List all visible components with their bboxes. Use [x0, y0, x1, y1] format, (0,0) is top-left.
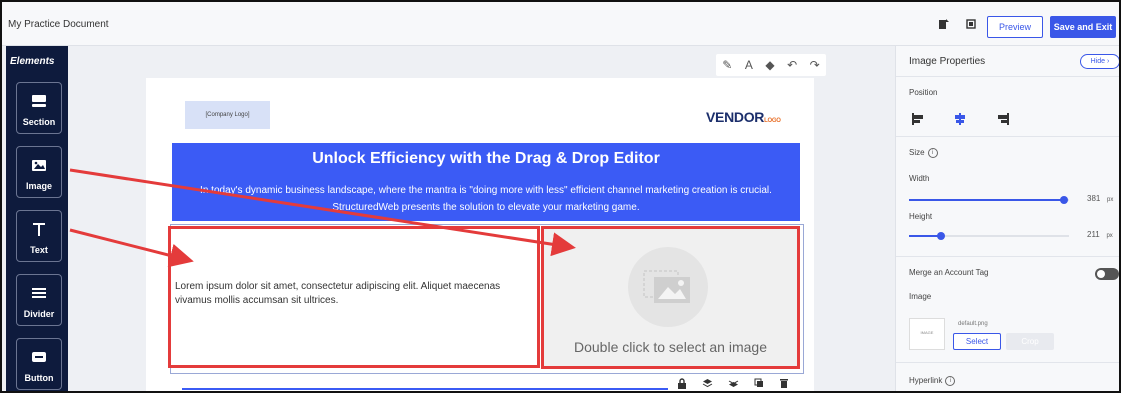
duplicate-icon[interactable]: [754, 378, 764, 391]
delete-icon[interactable]: [779, 378, 789, 392]
fullscreen-icon[interactable]: [964, 18, 978, 32]
body-text[interactable]: Lorem ipsum dolor sit amet, consectetur …: [175, 280, 535, 308]
hyperlink-label: Hyperlink i: [909, 376, 956, 386]
sidebar-item-label: Button: [24, 373, 54, 383]
placeholder-image-icon: [643, 270, 690, 303]
panel-title: Image Properties: [909, 56, 986, 67]
merge-tag-toggle[interactable]: [1095, 268, 1119, 280]
align-center-icon[interactable]: [953, 112, 967, 125]
hero-banner[interactable]: Unlock Efficiency with the Drag & Drop E…: [172, 143, 800, 221]
vendor-logo[interactable]: VENDORLOGO: [706, 109, 781, 125]
button-icon: [17, 349, 61, 365]
image-caption: Double click to select an image: [574, 339, 767, 355]
image-properties-panel: Image Properties Hide › Position Size i W…: [895, 46, 1119, 391]
lock-icon[interactable]: [677, 377, 687, 392]
sidebar-item-divider[interactable]: Divider: [16, 274, 62, 326]
info-icon[interactable]: i: [945, 376, 956, 386]
text-icon: [17, 221, 61, 237]
section-icon: [17, 93, 61, 109]
hero-title: Unlock Efficiency with the Drag & Drop E…: [312, 150, 660, 167]
redo-icon[interactable]: ↷: [810, 58, 820, 72]
sidebar-item-image[interactable]: Image: [16, 146, 62, 198]
layers-down-icon[interactable]: [728, 378, 739, 391]
block-toolbar: [670, 374, 796, 392]
image-label: Image: [909, 292, 932, 301]
sidebar-item-label: Text: [30, 245, 48, 255]
preview-button[interactable]: Preview: [987, 16, 1043, 38]
vendor-logo-name: VENDOR: [706, 109, 765, 125]
sidebar-item-label: Section: [22, 117, 56, 127]
width-value-unit: px: [1107, 197, 1114, 203]
width-value: 381 px: [1087, 194, 1113, 203]
position-label: Position: [909, 88, 938, 97]
select-image-button[interactable]: Select: [953, 333, 1001, 350]
info-icon[interactable]: i: [927, 148, 938, 158]
align-left-icon[interactable]: [911, 112, 925, 125]
height-slider-knob[interactable]: [937, 232, 945, 240]
width-label: Width: [909, 174, 930, 183]
align-right-icon[interactable]: [996, 112, 1010, 125]
vendor-logo-suffix: LOGO: [764, 118, 781, 124]
image-thumbnail: IMAGE: [909, 318, 945, 350]
height-value: 211 px: [1087, 230, 1113, 239]
separator: [896, 362, 1119, 363]
sidebar-item-label: Image: [25, 181, 52, 191]
magic-wand-icon[interactable]: ✎: [722, 58, 732, 72]
crop-image-button[interactable]: Crop: [1006, 333, 1054, 350]
hyperlink-label-text: Hyperlink: [909, 376, 943, 386]
undo-icon[interactable]: ↶: [787, 58, 797, 72]
height-value-unit: px: [1106, 233, 1113, 239]
sidebar-item-section[interactable]: Section: [16, 82, 62, 134]
hide-panel-button[interactable]: Hide ›: [1080, 54, 1119, 69]
app-window: My Practice Document Preview Save and Ex…: [0, 0, 1121, 393]
width-slider-fill: [909, 199, 1064, 201]
image-file-name: default.png: [958, 321, 988, 327]
sidebar-title: Elements: [10, 56, 55, 67]
divider-icon: [17, 285, 61, 301]
height-label: Height: [909, 212, 933, 221]
size-label-text: Size: [909, 148, 925, 158]
eraser-icon[interactable]: ◆: [765, 58, 774, 72]
image-icon: [17, 157, 61, 173]
size-label: Size i: [909, 148, 938, 158]
separator: [896, 256, 1119, 257]
layers-up-icon[interactable]: [702, 378, 713, 391]
top-bar: My Practice Document Preview Save and Ex…: [2, 2, 1119, 46]
translate-icon[interactable]: A: [745, 58, 753, 72]
width-slider-knob[interactable]: [1060, 196, 1068, 204]
separator: [896, 136, 1119, 137]
sidebar-item-label: Divider: [23, 309, 55, 319]
divider-line: [182, 388, 668, 390]
merge-tag-label: Merge an Account Tag: [909, 268, 989, 277]
image-placeholder-circle: [628, 247, 708, 327]
save-and-exit-button[interactable]: Save and Exit: [1050, 16, 1116, 38]
edit-settings-icon[interactable]: [937, 18, 951, 32]
sidebar-item-text[interactable]: Text: [16, 210, 62, 262]
document-title: My Practice Document: [8, 19, 109, 30]
height-value-number: 211: [1087, 230, 1100, 239]
hide-panel-label: Hide: [1090, 58, 1106, 65]
separator: [896, 76, 1119, 77]
hero-text: In today's dynamic business landscape, w…: [200, 185, 772, 213]
elements-sidebar: Elements Section Image Text Divider Butt…: [6, 46, 68, 391]
width-value-number: 381: [1087, 194, 1101, 203]
edit-toolbar: ✎ A ◆ ↶ ↷: [716, 54, 826, 76]
company-logo-placeholder[interactable]: [Company Logo]: [185, 101, 270, 129]
sidebar-item-button[interactable]: Button: [16, 338, 62, 390]
